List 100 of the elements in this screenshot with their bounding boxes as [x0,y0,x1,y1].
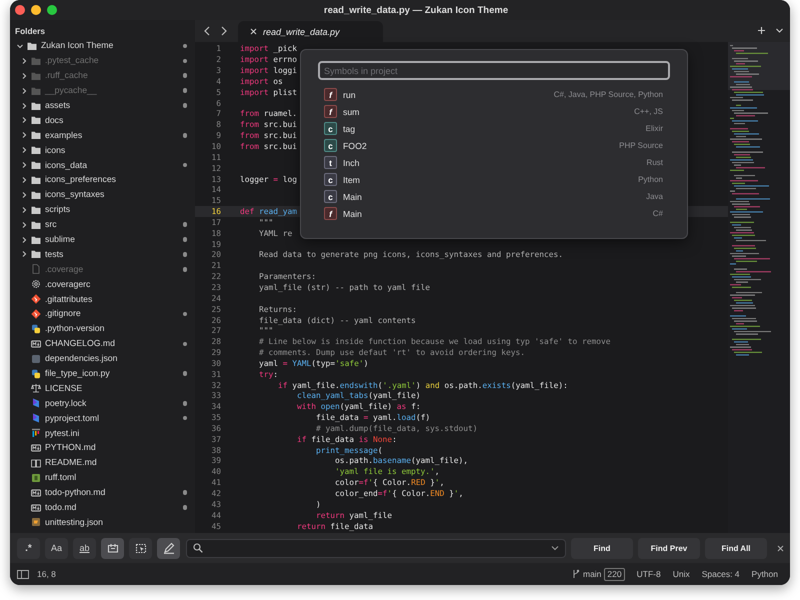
chevron-icon[interactable] [20,190,28,199]
folder-item[interactable]: icons [45,144,66,156]
symbol-name[interactable]: run [343,90,356,100]
symbol-kind-mark: c [324,173,337,186]
search-field[interactable]: Symbols in project [318,61,670,80]
symbol-languages: PHP Source [619,141,663,150]
find-button[interactable]: Find [571,538,633,558]
square-icon [31,354,41,364]
file-item[interactable]: pyproject.toml [45,412,100,424]
change-count[interactable]: 220 [604,568,625,580]
symbol-kind-mark: c [324,139,337,152]
find-button[interactable]: Find Prev [638,538,700,558]
markdown-icon [31,502,41,513]
symbol-name[interactable]: tag [343,124,356,134]
folder-item[interactable]: sublime [45,234,75,246]
symbol-name[interactable]: Main [343,192,362,202]
chevron-icon[interactable] [20,72,28,80]
chevron-icon[interactable] [20,161,28,170]
file-item[interactable]: PYTHON.md [45,442,96,454]
chevron-icon[interactable] [20,206,28,214]
in-selection-toggle[interactable] [129,538,152,558]
folder-item[interactable]: assets [45,100,70,111]
symbol-name[interactable]: Main [343,208,362,218]
file-item[interactable]: .python-version [45,323,104,334]
chevron-icon[interactable] [20,86,28,95]
folder-icon [31,130,41,140]
chevron-icon[interactable] [20,131,28,140]
zoom-button[interactable] [47,5,57,15]
symbol-languages: Elixir [646,124,663,133]
forward-icon[interactable] [220,26,228,36]
folder-item[interactable]: Zukan Icon Theme [41,40,114,52]
python-icon [31,324,41,334]
file-item[interactable]: CHANGELOG.md [45,338,115,350]
line-endings[interactable]: Unix [672,569,690,579]
regex-toggle[interactable]: .* [17,538,40,558]
window-title: read_write_data.py — Zukan Icon Theme [322,4,508,16]
git-branch[interactable]: main [582,569,602,579]
folder-item[interactable]: icons_data [45,160,88,171]
close-icon[interactable] [250,28,257,35]
highlight-toggle[interactable] [157,538,180,558]
chevron-icon[interactable] [20,102,28,110]
chevron-icon[interactable] [20,236,28,244]
file-item[interactable]: LICENSE [45,382,82,394]
encoding[interactable]: UTF-8 [636,569,661,579]
folder-item[interactable]: examples [45,130,82,141]
file-item[interactable]: pytest.ini [45,428,80,439]
back-icon[interactable] [203,26,211,36]
folder-item[interactable]: docs [45,114,64,126]
folder-icon [31,204,41,215]
file-item[interactable]: README.md [45,457,97,468]
folder-item[interactable]: tests [45,248,64,260]
chevron-down-icon[interactable] [775,26,784,35]
folder-icon [31,70,41,81]
chevron-icon[interactable] [20,250,28,258]
find-field[interactable] [186,538,566,558]
markdown-icon [31,488,41,498]
markdown-icon [31,338,41,349]
symbol-name[interactable]: sum [343,106,360,116]
pytest-icon [31,428,41,438]
sidebar-toggle-icon[interactable] [17,570,29,578]
symbol-name[interactable]: Item [343,174,360,184]
file-item[interactable]: todo.md [45,502,76,514]
folder-item[interactable]: scripts [45,204,70,216]
plus-icon[interactable] [757,26,766,35]
symbol-name[interactable]: Inch [343,158,360,168]
chevron-icon[interactable] [20,220,28,229]
whole-word-toggle[interactable]: ab [73,538,96,558]
symbol-languages: C#, Java, PHP Source, Python [554,90,663,99]
file-item[interactable]: .coveragerc [45,278,90,290]
wrap-toggle[interactable] [101,538,124,558]
file-item[interactable]: ruff.toml [45,472,76,484]
file-item[interactable]: unittesting.json [45,516,103,528]
folder-item[interactable]: icons_syntaxes [45,189,104,200]
search-icon [193,543,203,553]
diamond-icon [31,294,41,304]
symbol-name[interactable]: FOO2 [343,140,367,150]
minimize-button[interactable] [31,5,41,15]
indentation[interactable]: Spaces: 4 [702,569,740,579]
case-toggle[interactable]: Aa [45,538,68,558]
file-item[interactable]: .gitattributes [45,294,92,305]
folder-item[interactable]: src [45,219,57,230]
diamond-icon [31,308,41,319]
chevron-icon[interactable] [16,42,24,50]
file-item[interactable]: dependencies.json [45,353,118,364]
close-button[interactable] [15,5,25,15]
file-item[interactable]: .gitignore [45,308,81,320]
file-item[interactable]: todo-python.md [45,487,106,498]
chevron-icon[interactable] [20,116,28,124]
caret-icon[interactable] [551,545,559,551]
close-icon[interactable] [777,544,784,552]
folder-item[interactable]: icons_preferences [45,174,116,186]
chevron-icon[interactable] [20,146,28,154]
chevron-icon[interactable] [20,56,28,65]
find-button[interactable]: Find All [705,538,767,558]
file-item[interactable]: file_type_icon.py [45,368,110,380]
file-tab[interactable]: read_write_data.py [238,21,383,42]
file-item[interactable]: poetry.lock [45,398,86,409]
syntax[interactable]: Python [752,569,778,579]
file-icon [31,264,41,274]
chevron-icon[interactable] [20,176,28,184]
